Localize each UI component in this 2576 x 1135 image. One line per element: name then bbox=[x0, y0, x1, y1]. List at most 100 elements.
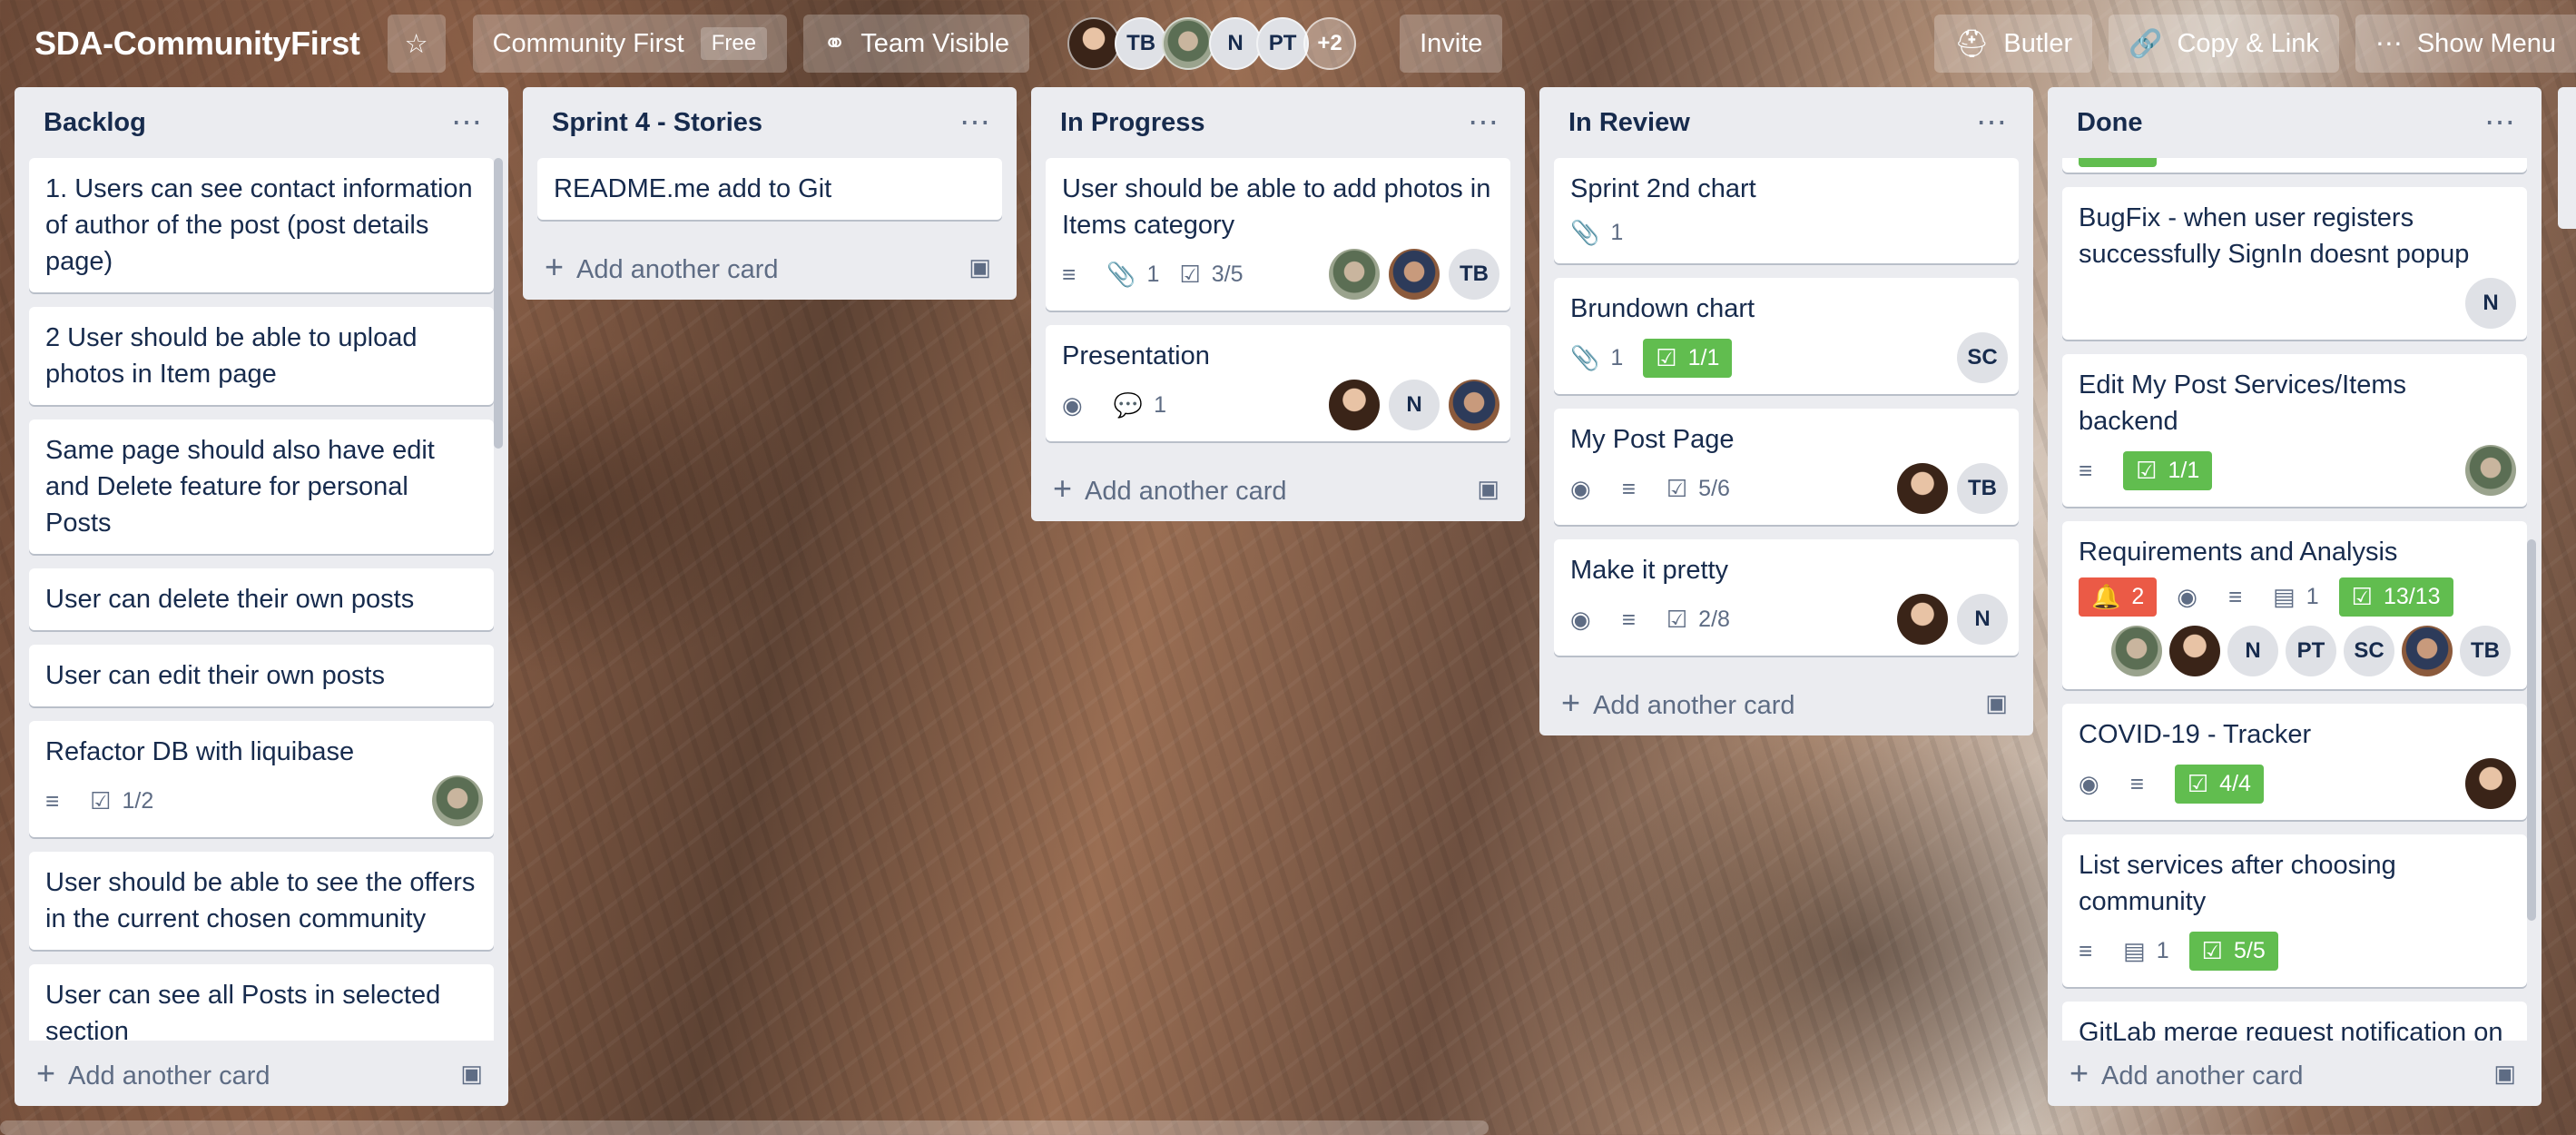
card-partial[interactable] bbox=[2062, 158, 2527, 173]
member-avatar[interactable] bbox=[2169, 626, 2220, 676]
comment-icon: 💬 bbox=[1113, 390, 1144, 419]
member-avatar[interactable] bbox=[1329, 380, 1380, 430]
member-avatar[interactable] bbox=[1329, 249, 1380, 300]
card-template-icon[interactable]: ▣ bbox=[460, 1060, 483, 1088]
copy-link-button[interactable]: 🔗 Copy & Link bbox=[2109, 15, 2339, 73]
list-header[interactable]: In Progress ⋯ bbox=[1031, 87, 1525, 158]
member-avatar[interactable]: N bbox=[1209, 17, 1263, 70]
comment-count: 1 bbox=[1154, 391, 1166, 418]
member-avatar[interactable] bbox=[1389, 249, 1440, 300]
list-title[interactable]: In Review bbox=[1568, 108, 1690, 138]
member-avatar[interactable] bbox=[2402, 626, 2453, 676]
card[interactable]: BugFix - when user registers successfull… bbox=[2062, 187, 2527, 340]
member-avatar[interactable] bbox=[432, 775, 483, 826]
card-title: Same page should also have edit and Dele… bbox=[45, 436, 435, 538]
list-title[interactable]: In Progress bbox=[1060, 108, 1205, 138]
board-horizontal-scrollbar[interactable] bbox=[0, 1120, 1489, 1135]
card[interactable]: Make it pretty ◉ ≡ ☑ 2/8 N bbox=[1554, 539, 2019, 656]
add-card-button[interactable]: + Add another card ▣ bbox=[1031, 456, 1525, 521]
visibility-button[interactable]: ⚭ Team Visible bbox=[803, 15, 1030, 73]
member-avatar[interactable]: N bbox=[1957, 594, 2008, 645]
board-title[interactable]: SDA-CommunityFirst bbox=[34, 25, 360, 63]
add-card-button[interactable]: + Add another card ▣ bbox=[15, 1041, 508, 1106]
team-icon: ⚭ bbox=[823, 28, 847, 59]
list-title[interactable]: Done bbox=[2077, 108, 2143, 138]
notification-count: 2 bbox=[2131, 584, 2145, 609]
next-list-edge[interactable] bbox=[2558, 87, 2576, 229]
card[interactable]: List services after choosing community ≡… bbox=[2062, 834, 2527, 987]
card[interactable]: User should be able to add photos in Ite… bbox=[1046, 158, 1510, 311]
list-menu-icon[interactable]: ⋯ bbox=[959, 104, 991, 141]
card[interactable]: Edit My Post Services/Items backend ≡ ☑ 1… bbox=[2062, 354, 2527, 507]
card[interactable]: User can see all Posts in selected secti… bbox=[29, 964, 494, 1041]
visibility-label: Team Visible bbox=[860, 28, 1010, 58]
card[interactable]: User can delete their own posts bbox=[29, 568, 494, 630]
member-avatar[interactable]: PT bbox=[1256, 17, 1310, 70]
show-menu-button[interactable]: ⋯ Show Menu bbox=[2355, 15, 2576, 73]
member-avatar[interactable]: TB bbox=[1449, 249, 1499, 300]
card[interactable]: GitLab merge request notification on Sla… bbox=[2062, 1002, 2527, 1041]
card[interactable]: User should be able to see the offers in… bbox=[29, 852, 494, 950]
checklist-icon: ☑ bbox=[1666, 474, 1688, 502]
list-menu-icon[interactable]: ⋯ bbox=[1976, 104, 2008, 141]
card[interactable]: Sprint 2nd chart 📎 1 bbox=[1554, 158, 2019, 263]
card[interactable]: Presentation ◉ 💬 1 N bbox=[1046, 325, 1510, 441]
member-avatar[interactable]: SC bbox=[2344, 626, 2394, 676]
card-template-icon[interactable]: ▣ bbox=[2493, 1060, 2516, 1088]
card[interactable]: My Post Page ◉ ≡ ☑ 5/6 TB bbox=[1554, 409, 2019, 525]
member-avatar[interactable]: TB bbox=[2460, 626, 2511, 676]
card[interactable]: Refactor DB with liquibase ≡ ☑ 1/2 bbox=[29, 721, 494, 837]
card-badges: 📎 1 ☑ 1/1 bbox=[1570, 334, 2002, 381]
list-menu-icon[interactable]: ⋯ bbox=[451, 104, 483, 141]
plus-icon: + bbox=[1561, 684, 1581, 721]
workspace-button[interactable]: Community First Free bbox=[472, 15, 788, 73]
list-menu-icon[interactable]: ⋯ bbox=[2484, 104, 2516, 141]
member-avatar[interactable]: TB bbox=[1957, 463, 2008, 514]
card[interactable]: Brundown chart 📎 1 ☑ 1/1 SC bbox=[1554, 278, 2019, 394]
add-card-button[interactable]: + Add another card ▣ bbox=[523, 234, 1017, 300]
card[interactable]: 1. Users can see contact information of … bbox=[29, 158, 494, 292]
member-avatar[interactable]: N bbox=[1389, 380, 1440, 430]
star-button[interactable]: ☆ bbox=[387, 15, 446, 73]
list-scrollbar[interactable] bbox=[494, 158, 503, 449]
card[interactable]: README.me add to Git bbox=[537, 158, 1002, 220]
card-template-icon[interactable]: ▣ bbox=[968, 253, 991, 281]
card[interactable]: 2 User should be able to upload photos i… bbox=[29, 307, 494, 405]
more-members-button[interactable]: +2 bbox=[1303, 17, 1357, 70]
list-header[interactable]: Sprint 4 - Stories ⋯ bbox=[523, 87, 1017, 158]
copy-link-label: Copy & Link bbox=[2177, 28, 2319, 58]
member-avatar[interactable] bbox=[1067, 17, 1121, 70]
add-card-button[interactable]: + Add another card ▣ bbox=[1539, 670, 2033, 735]
card-template-icon[interactable]: ▣ bbox=[1477, 475, 1499, 503]
list-title[interactable]: Backlog bbox=[44, 108, 146, 138]
member-avatar[interactable] bbox=[1162, 17, 1215, 70]
list-title[interactable]: Sprint 4 - Stories bbox=[552, 108, 762, 138]
card[interactable]: Same page should also have edit and Dele… bbox=[29, 419, 494, 554]
attachment-count: 1 bbox=[1610, 344, 1624, 370]
member-avatar[interactable]: N bbox=[2465, 278, 2516, 329]
list-header[interactable]: Done ⋯ bbox=[2048, 87, 2542, 158]
invite-button[interactable]: Invite bbox=[1400, 15, 1503, 73]
member-avatar[interactable] bbox=[2465, 758, 2516, 809]
member-avatar[interactable]: N bbox=[2227, 626, 2278, 676]
member-avatar[interactable] bbox=[1897, 463, 1948, 514]
butler-button[interactable]: ⛑ Butler bbox=[1934, 15, 2093, 73]
member-avatar[interactable]: TB bbox=[1115, 17, 1168, 70]
list-menu-icon[interactable]: ⋯ bbox=[1468, 104, 1499, 141]
member-avatar[interactable]: SC bbox=[1957, 332, 2008, 383]
member-avatar[interactable] bbox=[1449, 380, 1499, 430]
card-template-icon[interactable]: ▣ bbox=[1985, 689, 2008, 717]
list-scrollbar[interactable] bbox=[2527, 539, 2536, 921]
card[interactable]: Requirements and Analysis 🔔 2 ◉ ≡ ▤ 1 ☑ 13/… bbox=[2062, 521, 2527, 689]
workspace-label: Community First bbox=[492, 28, 684, 58]
card[interactable]: COVID-19 - Tracker ◉ ≡ ☑ 4/4 bbox=[2062, 704, 2527, 820]
card[interactable]: User can edit their own posts bbox=[29, 645, 494, 706]
add-card-button[interactable]: + Add another card ▣ bbox=[2048, 1041, 2542, 1106]
member-avatar[interactable] bbox=[2111, 626, 2162, 676]
member-avatar[interactable] bbox=[2465, 445, 2516, 496]
list-header[interactable]: Backlog ⋯ bbox=[15, 87, 508, 158]
member-avatar[interactable] bbox=[1897, 594, 1948, 645]
member-avatar[interactable]: PT bbox=[2286, 626, 2336, 676]
description-badge: ≡ bbox=[45, 787, 70, 815]
list-header[interactable]: In Review ⋯ bbox=[1539, 87, 2033, 158]
